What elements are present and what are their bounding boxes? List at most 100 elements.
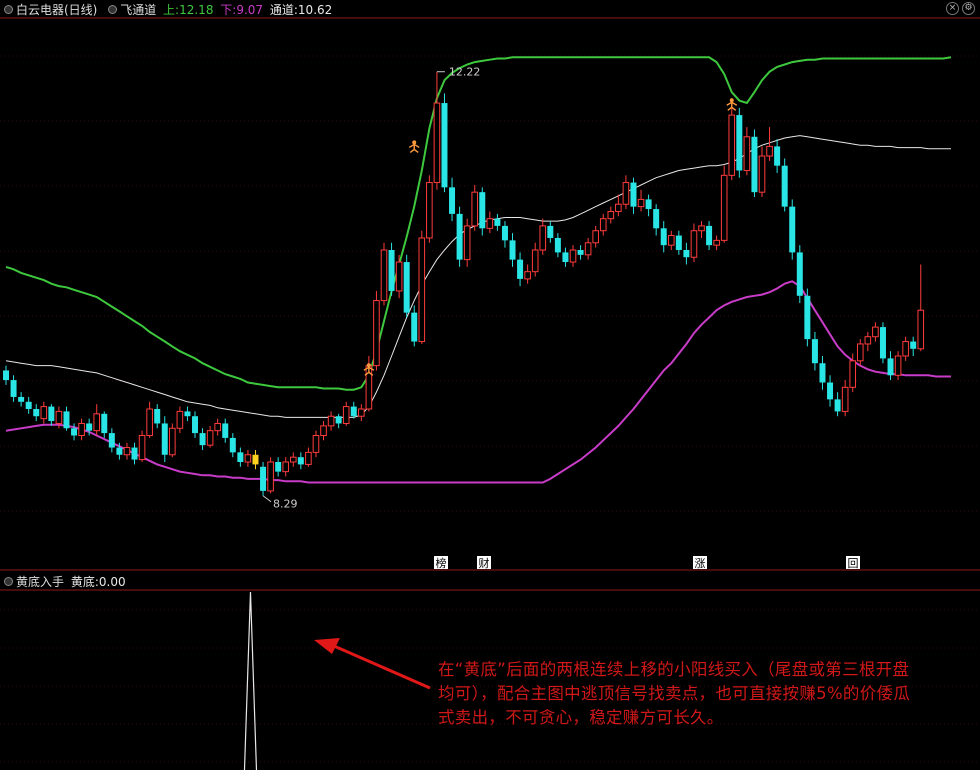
candle-body [856, 343, 864, 362]
candle-body [494, 218, 501, 226]
candle-body [584, 242, 592, 256]
candle-body [811, 339, 818, 364]
candle-body [86, 423, 93, 431]
candle-body [607, 210, 615, 220]
candle-body [872, 326, 879, 338]
candle-body [917, 309, 925, 350]
candle-body [229, 437, 236, 453]
candle-body [320, 425, 327, 437]
candle-body [93, 413, 101, 432]
candle-body [154, 409, 161, 424]
candle-body [501, 225, 508, 241]
candle-body [720, 174, 728, 241]
candle-body [449, 187, 456, 214]
candle-body [101, 413, 108, 434]
marker-label: 榜 [436, 556, 447, 570]
annotation-text: 在“黄底”后面的两根连续上移的小阳线买入（尾盘或第三根开盘均可），配合主图中逃顶… [438, 660, 911, 727]
candle-body [78, 422, 85, 437]
candle-body [827, 382, 834, 400]
candle-body [222, 423, 229, 438]
candle-body [123, 447, 131, 456]
candle-body [509, 240, 516, 260]
candle-body [380, 249, 388, 302]
candle-body [463, 225, 471, 261]
annotation-arrow [333, 644, 431, 690]
candle-body [441, 103, 448, 188]
candle-body [517, 259, 524, 279]
candle-body [683, 250, 690, 258]
candle-body [479, 192, 486, 229]
candle-body [373, 300, 380, 367]
candle-body [25, 401, 32, 409]
marker-label: 财 [479, 556, 490, 570]
candle-body [237, 452, 244, 462]
candle-body [645, 199, 652, 210]
candle-body [169, 427, 176, 456]
candle-body [116, 447, 123, 455]
candle-body [327, 415, 335, 427]
candle-body [774, 146, 781, 166]
candle-body [184, 411, 191, 417]
candle-body [894, 355, 902, 376]
candle-body [3, 370, 9, 381]
candle-body [834, 399, 841, 412]
candle-body [637, 198, 645, 208]
candle-body [350, 406, 357, 417]
candle-body [675, 235, 682, 250]
candle-body [335, 416, 342, 424]
candle-body [48, 406, 55, 422]
candle-body [206, 430, 214, 446]
candle-body [71, 428, 78, 436]
candle-body [395, 261, 403, 292]
candle-body [456, 213, 463, 260]
candle-body [63, 411, 70, 429]
mid-line [5, 135, 951, 418]
candle-body [18, 396, 25, 402]
candle-body [531, 249, 539, 273]
candle-body [10, 380, 17, 397]
candle-body [879, 327, 886, 359]
candle-body [260, 466, 267, 491]
candle-body [342, 406, 350, 424]
candle-body [743, 136, 751, 171]
candle-body [192, 416, 198, 434]
candle-body [804, 295, 811, 340]
candle-body [388, 250, 395, 291]
candle-body [819, 363, 826, 383]
low-price-label: 8.29 [273, 498, 298, 511]
candle-body [690, 230, 698, 258]
candle-body [758, 155, 766, 193]
candle-body [55, 410, 63, 424]
candle-body [554, 237, 561, 253]
candle-body [433, 102, 441, 184]
candle-body [713, 239, 720, 246]
candle-body [244, 454, 252, 463]
candle-body [577, 250, 584, 255]
marker-label: 回 [848, 557, 859, 570]
candle-body [849, 360, 857, 388]
candle-body [706, 225, 713, 246]
candle-body [131, 447, 138, 460]
candlestick-chart[interactable]: 12.22 8.29 榜 财 涨 回 [0, 0, 980, 770]
candle-body [864, 336, 872, 345]
candle-body [781, 165, 788, 207]
candle-body [176, 410, 184, 429]
candle-body [599, 218, 607, 232]
candle-body [471, 191, 479, 227]
low-label-leader [262, 495, 272, 503]
candle-body [403, 262, 410, 313]
candle-body [887, 358, 894, 376]
candle-body [411, 312, 418, 342]
candle-body [562, 252, 569, 263]
candle-body [33, 409, 40, 417]
candle-body [592, 230, 599, 244]
candle-body [902, 341, 909, 357]
candle-body [297, 457, 304, 465]
candle-body [486, 218, 494, 229]
candle-body [199, 433, 206, 446]
candle-body [312, 435, 320, 453]
candle-body [539, 225, 547, 251]
candle-body [796, 252, 803, 296]
candle-body [698, 225, 705, 232]
candle-body [667, 235, 675, 246]
